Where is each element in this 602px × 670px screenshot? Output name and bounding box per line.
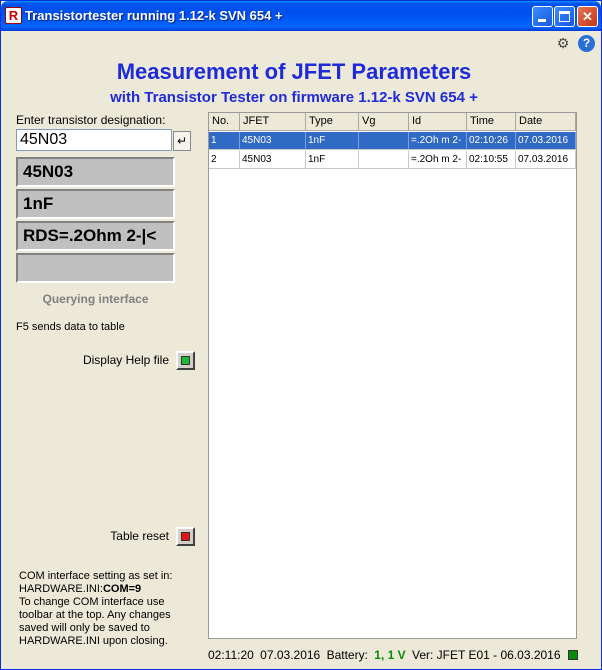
com-info-line: HARDWARE.INI:COM=9 bbox=[19, 583, 199, 596]
display-help-button[interactable] bbox=[176, 351, 195, 370]
table-cell: 02:10:55 bbox=[467, 151, 516, 169]
title-bar[interactable]: R Transistortester running 1.12-k SVN 65… bbox=[1, 1, 601, 31]
status-date: 07.03.2016 bbox=[260, 648, 321, 662]
column-header-time[interactable]: Time bbox=[467, 113, 516, 131]
value-box-designation: 45N03 bbox=[16, 157, 175, 187]
table-reset-button[interactable] bbox=[176, 527, 195, 546]
column-header-vg[interactable]: Vg bbox=[359, 113, 409, 131]
designation-label: Enter transistor designation: bbox=[16, 113, 166, 127]
table-cell: 1 bbox=[209, 132, 240, 150]
column-header-no[interactable]: No. bbox=[209, 113, 240, 131]
querying-label: Querying interface bbox=[42, 292, 149, 306]
help-icon[interactable]: ? bbox=[578, 35, 595, 52]
maximize-icon bbox=[559, 11, 570, 22]
battery-label: Battery: bbox=[326, 648, 368, 662]
table-cell bbox=[359, 151, 409, 169]
version-text: Ver: JFET E01 - 06.03.2016 bbox=[411, 648, 561, 662]
table-cell: 07.03.2016 bbox=[516, 132, 576, 150]
red-square-icon bbox=[181, 532, 190, 541]
window-title: Transistortester running 1.12-k SVN 654 … bbox=[25, 8, 283, 23]
table-row[interactable]: 1 45N03 1nF =.2Oh m 2- 02:10:26 07.03.20… bbox=[209, 132, 576, 150]
column-header-jfet[interactable]: JFET bbox=[240, 113, 306, 131]
com-port-value: COM=9 bbox=[102, 583, 142, 595]
com-info-line: HARDWARE.INI upon closing. bbox=[19, 635, 168, 647]
minimize-button[interactable] bbox=[532, 6, 553, 27]
table-cell: 1nF bbox=[306, 132, 359, 150]
value-box-type: 1nF bbox=[16, 189, 175, 219]
table-cell: 02:10:26 bbox=[467, 132, 516, 150]
minimize-icon bbox=[538, 19, 546, 22]
table-cell: 45N03 bbox=[240, 151, 306, 169]
status-bar: 02:11:20 07.03.2016 Battery: 1, 1 V Ver:… bbox=[208, 648, 564, 662]
com-info-line: toolbar at the top. Any changes bbox=[19, 609, 171, 621]
table-row[interactable]: 2 45N03 1nF =.2Oh m 2- 02:10:55 07.03.20… bbox=[209, 151, 576, 169]
green-square-icon bbox=[181, 356, 190, 365]
value-box-empty bbox=[16, 253, 175, 283]
table-cell: 2 bbox=[209, 151, 240, 169]
table-cell: =.2Oh m 2- bbox=[409, 132, 467, 150]
help-label: Display Help file bbox=[82, 353, 169, 367]
com-info-line: saved will only be saved to bbox=[19, 622, 150, 634]
value-box-rds: RDS=.2Ohm 2-|< bbox=[16, 221, 175, 251]
hardware-settings-icon[interactable]: ⚙ bbox=[553, 35, 573, 53]
close-button[interactable]: ✕ bbox=[577, 6, 598, 27]
results-table[interactable]: No. JFET Type Vg Id Time Date 1 45N03 1n… bbox=[208, 112, 577, 639]
column-header-date[interactable]: Date bbox=[516, 113, 576, 131]
app-window: R Transistortester running 1.12-k SVN 65… bbox=[0, 0, 602, 670]
page-title: Measurement of JFET Parameters bbox=[116, 59, 472, 84]
maximize-button[interactable] bbox=[554, 6, 575, 27]
f5-hint: F5 sends data to table bbox=[16, 321, 125, 333]
app-icon[interactable]: R bbox=[5, 7, 22, 24]
reset-label: Table reset bbox=[110, 529, 169, 543]
com-info-line: To change COM interface use bbox=[19, 596, 165, 608]
column-header-id[interactable]: Id bbox=[409, 113, 467, 131]
com-info-line: COM interface setting as set in: bbox=[19, 570, 173, 582]
designation-input[interactable]: 45N03 bbox=[16, 129, 172, 151]
status-time: 02:11:20 bbox=[208, 648, 254, 662]
battery-value: 1, 1 V bbox=[374, 648, 406, 662]
table-cell: 45N03 bbox=[240, 132, 306, 150]
enter-button[interactable]: ↵ bbox=[173, 131, 191, 151]
table-cell: 1nF bbox=[306, 151, 359, 169]
com-info-prefix: HARDWARE.INI: bbox=[19, 583, 103, 595]
table-cell: 07.03.2016 bbox=[516, 151, 576, 169]
table-cell: =.2Oh m 2- bbox=[409, 151, 467, 169]
toolbar: ⚙ ? bbox=[2, 31, 600, 57]
page-subtitle: with Transistor Tester on firmware 1.12-… bbox=[110, 89, 478, 106]
column-header-type[interactable]: Type bbox=[306, 113, 359, 131]
table-cell bbox=[359, 132, 409, 150]
table-header: No. JFET Type Vg Id Time Date bbox=[209, 113, 576, 131]
com-info: COM interface setting as set in: HARDWAR… bbox=[19, 570, 199, 648]
status-led-icon bbox=[568, 650, 578, 660]
